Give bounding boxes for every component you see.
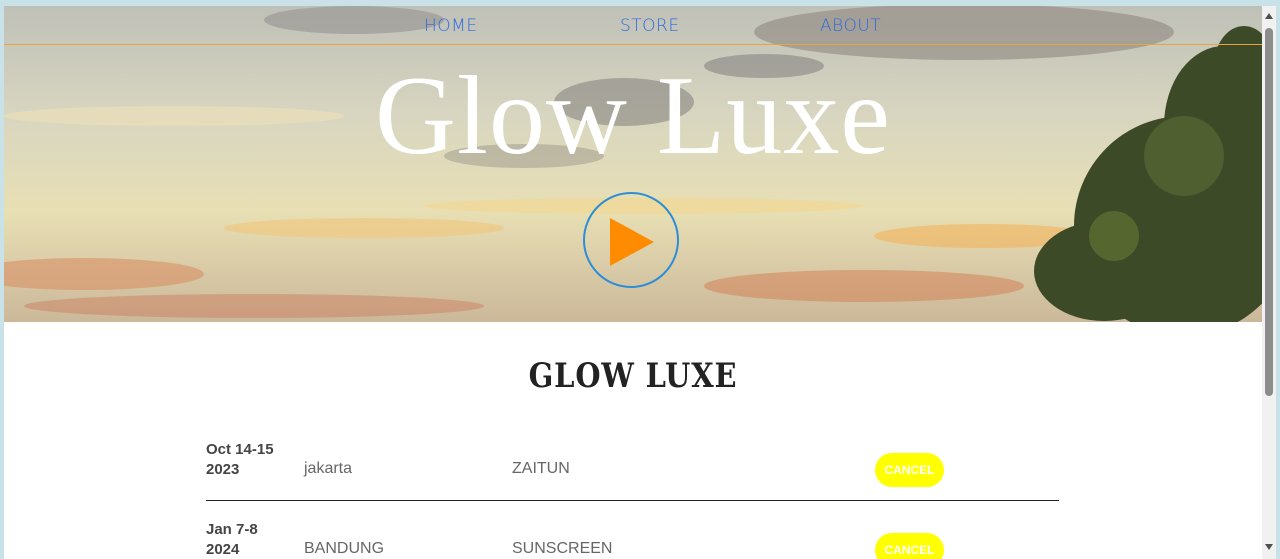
browser-viewport: HOME STORE ABOUT Glow Luxe GLOW LUXE Oct… (4, 6, 1276, 559)
vertical-scrollbar[interactable] (1262, 6, 1276, 559)
cancel-button[interactable]: CANCEL (875, 533, 944, 559)
tour-city: jakarta (304, 460, 353, 477)
tour-date: Jan 7-8 2024 (206, 520, 296, 559)
tour-date-year: 2024 (206, 541, 240, 558)
nav-store-link[interactable]: STORE (620, 16, 680, 36)
tour-date-year: 2023 (206, 461, 240, 478)
tour-date-days: Oct 14-15 (206, 441, 274, 458)
cancel-button[interactable]: CANCEL (875, 453, 944, 487)
scroll-up-arrow-icon[interactable] (1265, 13, 1273, 19)
section-title: GLOW LUXE (528, 356, 738, 396)
hero-banner: HOME STORE ABOUT Glow Luxe (4, 6, 1262, 322)
tour-row: Oct 14-15 2023 jakarta ZAITUN CANCEL (206, 440, 1059, 501)
tour-venue: ZAITUN (512, 460, 570, 477)
nav-home-link[interactable]: HOME (424, 16, 478, 36)
hero-title: Glow Luxe (374, 54, 891, 178)
nav-about-link[interactable]: ABOUT (820, 16, 881, 36)
tour-date-days: Jan 7-8 (206, 521, 258, 538)
play-icon (610, 218, 654, 266)
tour-city: BANDUNG (304, 540, 385, 557)
tour-row: Jan 7-8 2024 BANDUNG SUNSCREEN CANCEL (206, 520, 1059, 559)
play-button[interactable] (583, 192, 679, 288)
scrollbar-thumb[interactable] (1265, 28, 1273, 396)
top-nav: HOME STORE ABOUT (4, 6, 1262, 45)
scroll-down-arrow-icon[interactable] (1265, 544, 1273, 550)
tour-venue: SUNSCREEN (512, 540, 613, 557)
tour-date: Oct 14-15 2023 (206, 440, 296, 480)
